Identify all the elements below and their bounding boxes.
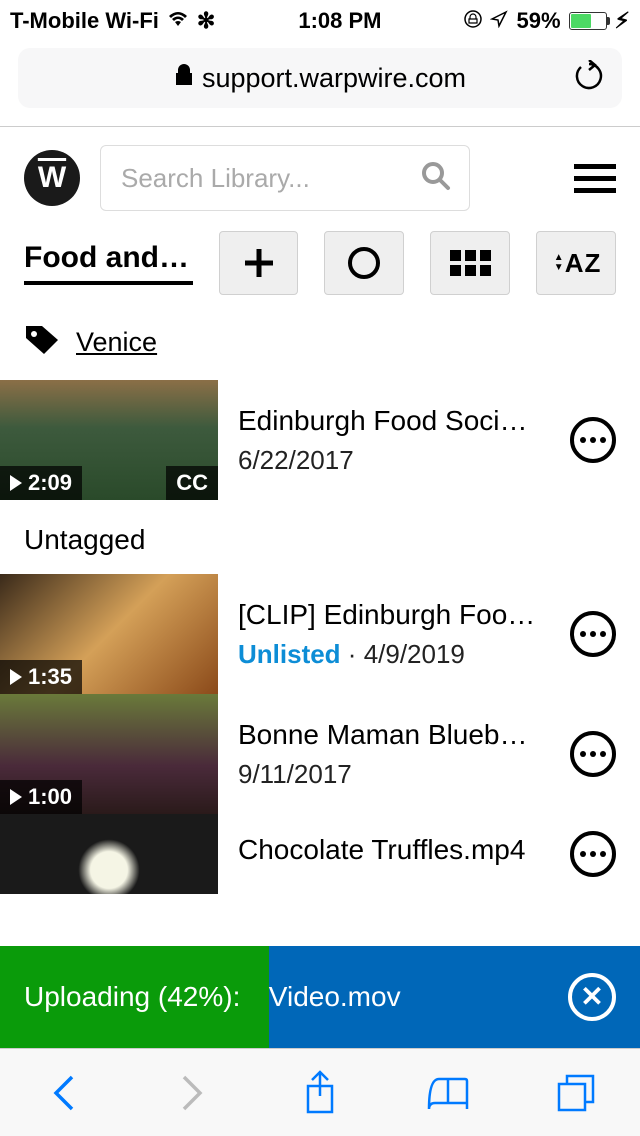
- sort-button[interactable]: ▲▼AZ: [536, 231, 616, 295]
- record-button[interactable]: [324, 231, 404, 295]
- upload-label-left: Uploading (42%):: [24, 981, 240, 1013]
- duration-badge: 1:35: [0, 660, 82, 694]
- battery-percent: 59%: [516, 8, 560, 34]
- browser-url-bar[interactable]: support.warpwire.com: [18, 48, 622, 108]
- video-date: 4/9/2019: [364, 639, 465, 669]
- video-date: 9/11/2017: [238, 759, 550, 790]
- section-header: Untagged: [0, 500, 640, 574]
- upload-progress-fill: Uploading (42%):: [0, 946, 269, 1048]
- battery-icon: [569, 12, 607, 30]
- search-icon[interactable]: [421, 161, 451, 196]
- cc-badge: CC: [166, 466, 218, 500]
- rotation-lock-icon: [464, 8, 482, 34]
- carrier-label: T-Mobile Wi-Fi: [10, 8, 159, 34]
- ellipsis-icon: [580, 631, 606, 637]
- url-text: support.warpwire.com: [202, 63, 466, 94]
- upload-label-right: Video.mov: [269, 981, 401, 1013]
- share-button[interactable]: [280, 1063, 360, 1123]
- play-icon: [10, 475, 22, 491]
- location-icon: [490, 8, 508, 34]
- wifi-icon: [167, 8, 189, 34]
- loading-icon: ✻: [197, 8, 215, 34]
- video-title: Edinburgh Food Soci…: [238, 405, 550, 437]
- video-title: [CLIP] Edinburgh Foo…: [238, 599, 550, 631]
- tag-link[interactable]: Venice: [76, 327, 157, 358]
- play-icon: [10, 789, 22, 805]
- browser-toolbar: [0, 1048, 640, 1136]
- grid-view-button[interactable]: [430, 231, 510, 295]
- cancel-upload-button[interactable]: ✕: [568, 973, 616, 1021]
- ellipsis-icon: [580, 437, 606, 443]
- video-item[interactable]: 1:35 [CLIP] Edinburgh Foo… Unlisted · 4/…: [0, 574, 640, 694]
- video-thumbnail[interactable]: 1:35: [0, 574, 218, 694]
- video-thumbnail[interactable]: [0, 814, 218, 894]
- sort-az-icon: ▲▼AZ: [552, 248, 601, 279]
- more-options-button[interactable]: [570, 417, 616, 463]
- reload-icon[interactable]: [574, 60, 604, 97]
- time-label: 1:08 PM: [298, 8, 381, 34]
- tag-row: Venice: [0, 295, 640, 380]
- lock-icon: [174, 63, 194, 94]
- menu-button[interactable]: [574, 164, 616, 193]
- ellipsis-icon: [580, 851, 606, 857]
- video-title: Bonne Maman Blueb…: [238, 719, 550, 751]
- video-title: Chocolate Truffles.mp4: [238, 834, 550, 866]
- duration-badge: 2:09: [0, 466, 82, 500]
- video-item[interactable]: 1:00 Bonne Maman Blueb… 9/11/2017: [0, 694, 640, 814]
- duration-badge: 1:00: [0, 780, 82, 814]
- upload-progress-bar: Uploading (42%): Video.mov ✕: [0, 946, 640, 1048]
- circle-icon: [348, 247, 380, 279]
- forward-button[interactable]: [152, 1063, 232, 1123]
- more-options-button[interactable]: [570, 611, 616, 657]
- ios-status-bar: T-Mobile Wi-Fi ✻ 1:08 PM 59% ⚡︎: [0, 0, 640, 42]
- search-input[interactable]: [121, 163, 449, 194]
- app-logo[interactable]: W: [24, 150, 80, 206]
- add-button[interactable]: [219, 231, 299, 295]
- video-thumbnail[interactable]: 2:09 CC: [0, 380, 218, 500]
- grid-icon: [450, 250, 491, 276]
- more-options-button[interactable]: [570, 731, 616, 777]
- back-button[interactable]: [24, 1063, 104, 1123]
- video-item[interactable]: Chocolate Truffles.mp4: [0, 814, 640, 894]
- video-date: 6/22/2017: [238, 445, 550, 476]
- video-item[interactable]: 2:09 CC Edinburgh Food Soci… 6/22/2017: [0, 380, 640, 500]
- video-thumbnail[interactable]: 1:00: [0, 694, 218, 814]
- close-icon: ✕: [580, 983, 603, 1011]
- more-options-button[interactable]: [570, 831, 616, 877]
- upload-progress-remaining: Video.mov ✕: [269, 946, 640, 1048]
- category-toolbar: Food and … ▲▼AZ: [0, 231, 640, 295]
- play-icon: [10, 669, 22, 685]
- app-header: W: [0, 127, 640, 231]
- video-meta: Unlisted · 4/9/2019: [238, 639, 550, 670]
- tag-icon: [24, 325, 60, 360]
- bookmarks-button[interactable]: [408, 1063, 488, 1123]
- status-badge: Unlisted: [238, 639, 341, 669]
- charging-icon: ⚡︎: [615, 8, 630, 34]
- tabs-button[interactable]: [536, 1063, 616, 1123]
- category-title[interactable]: Food and …: [24, 241, 193, 285]
- ellipsis-icon: [580, 751, 606, 757]
- search-box[interactable]: [100, 145, 470, 211]
